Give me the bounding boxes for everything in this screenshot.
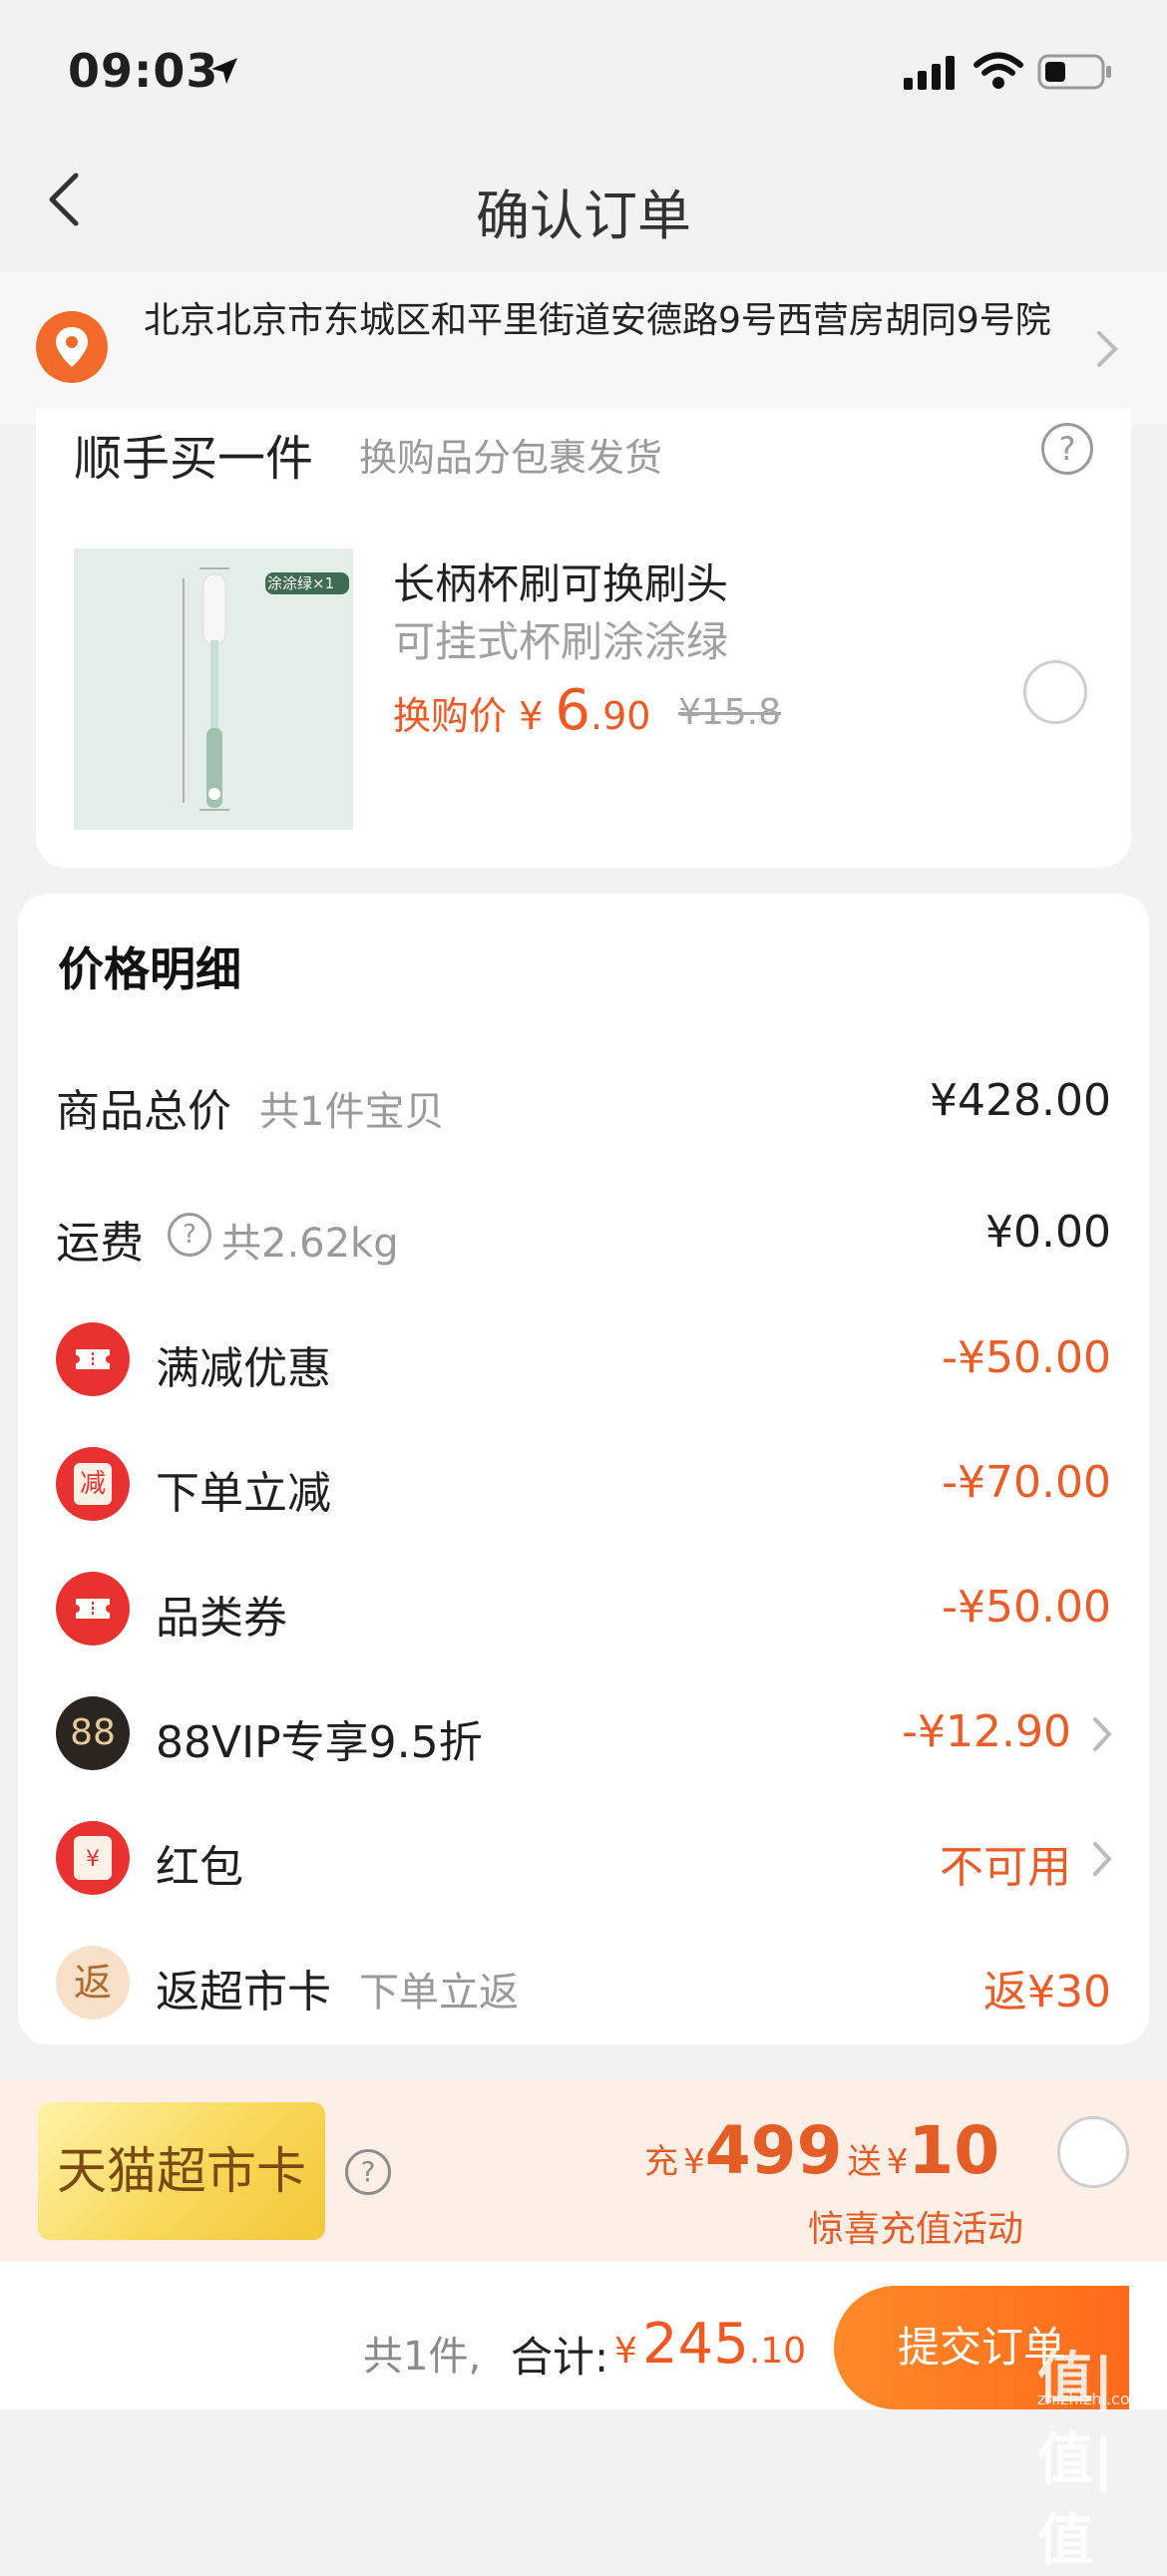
original-price: ¥15.8 [678,692,782,733]
red-packet-icon-text: ¥ [74,1836,112,1880]
watermark-url: zhizhizhi.com [1037,2390,1146,2408]
price-detail-title: 价格明细 [58,942,241,996]
product-price: 换购价 ¥ 6.90 [393,678,650,743]
goods-total-note: 共1件宝贝 [259,1089,445,1135]
red-packet-icon: ¥ [56,1821,130,1895]
price-integer: 6 [555,678,591,743]
recharge-offer: 充 ¥499 送 ¥10 [644,2112,999,2189]
discount-icon-text: 减 [74,1463,112,1505]
ticket-icon [56,1572,130,1646]
price-decimal: .90 [590,694,651,738]
address-text[interactable]: 北京北京市东城区和平里街道安德路9号西营房胡同9号院 [144,297,1061,344]
shipping-weight: 共2.62kg [221,1221,399,1267]
category-coupon-label: 品类券 [156,1593,287,1644]
red-packet-status[interactable]: 不可用 [940,1831,1071,1895]
rebate-label: 返超市卡 [156,1967,331,2018]
address-bar[interactable] [0,273,1167,425]
supermarket-card-radio[interactable] [1057,2116,1129,2188]
add-on-select-radio[interactable] [1023,660,1087,724]
chevron-right-icon[interactable] [1091,1840,1113,1878]
shipping-help-icon[interactable]: ? [168,1213,211,1257]
supermarket-help-icon[interactable]: ? [345,2149,391,2195]
shipping-label: 运费 [56,1218,144,1269]
total-integer: 245 [642,2312,749,2377]
signal-icon [904,56,955,90]
total-label: 合计: [511,2333,609,2382]
gift-prefix: 送 [847,2142,882,2182]
gift-currency: ¥ [886,2142,909,2182]
page-title: 确认订单 [476,184,691,247]
location-pin-icon [36,311,108,383]
total-amount: ¥ 245.10 [614,2312,806,2377]
ticket-icon [56,1322,130,1396]
watermark: 值|值|值 [1037,2347,1114,2573]
location-arrow-icon [211,58,237,84]
recharge-note: 惊喜充值活动 [808,2209,1024,2250]
total-decimal: .10 [748,2331,807,2372]
recharge-currency: ¥ [683,2142,705,2182]
add-on-title: 顺手买一件 [74,431,314,487]
goods-total-label: 商品总价 [56,1086,231,1137]
discount-icon: 减 [56,1447,130,1521]
red-packet-label: 红包 [156,1842,243,1893]
product-image-tag: 涂涂绿×1 [267,574,335,592]
chevron-right-icon[interactable] [1095,329,1119,369]
wifi-icon [973,52,1023,89]
product-name[interactable]: 长柄杯刷可换刷头 [393,551,728,611]
help-icon[interactable]: ? [1041,423,1093,475]
rebate-amount: 返¥30 [983,1967,1111,2018]
goods-total-amount: ¥428.00 [930,1075,1111,1126]
full-reduction-amount: -¥50.00 [942,1332,1111,1383]
shipping-amount: ¥0.00 [985,1207,1111,1258]
status-time: 09:03 [68,44,219,98]
recharge-prefix: 充 [644,2142,678,2182]
product-spec: 可挂式杯刷涂涂绿 [393,617,729,666]
category-coupon-amount: -¥50.00 [942,1582,1111,1633]
gift-amount: 10 [908,2112,1000,2189]
add-on-subtitle: 换购品分包裹发货 [359,436,663,480]
total-currency: ¥ [614,2331,637,2372]
rebate-note: 下单立返 [359,1970,519,2016]
supermarket-card-name: 天猫超市卡 [57,2142,306,2200]
battery-icon [1037,54,1111,90]
full-reduction-label: 满减优惠 [156,1343,331,1394]
vip-discount-amount[interactable]: -¥12.90 [902,1706,1071,1757]
chevron-right-icon[interactable] [1091,1715,1113,1753]
instant-discount-amount: -¥70.00 [942,1457,1111,1508]
item-count: 共1件, [363,2334,482,2380]
rebate-icon: 返 [56,1946,130,2020]
vip-discount-label: 88VIP专享9.5折 [156,1717,483,1768]
recharge-amount: 499 [704,2112,843,2189]
instant-discount-label: 下单立减 [156,1468,331,1519]
price-label: 换购价 [393,694,508,738]
vip88-icon: 88 [56,1696,130,1770]
price-currency: ¥ [519,694,544,738]
